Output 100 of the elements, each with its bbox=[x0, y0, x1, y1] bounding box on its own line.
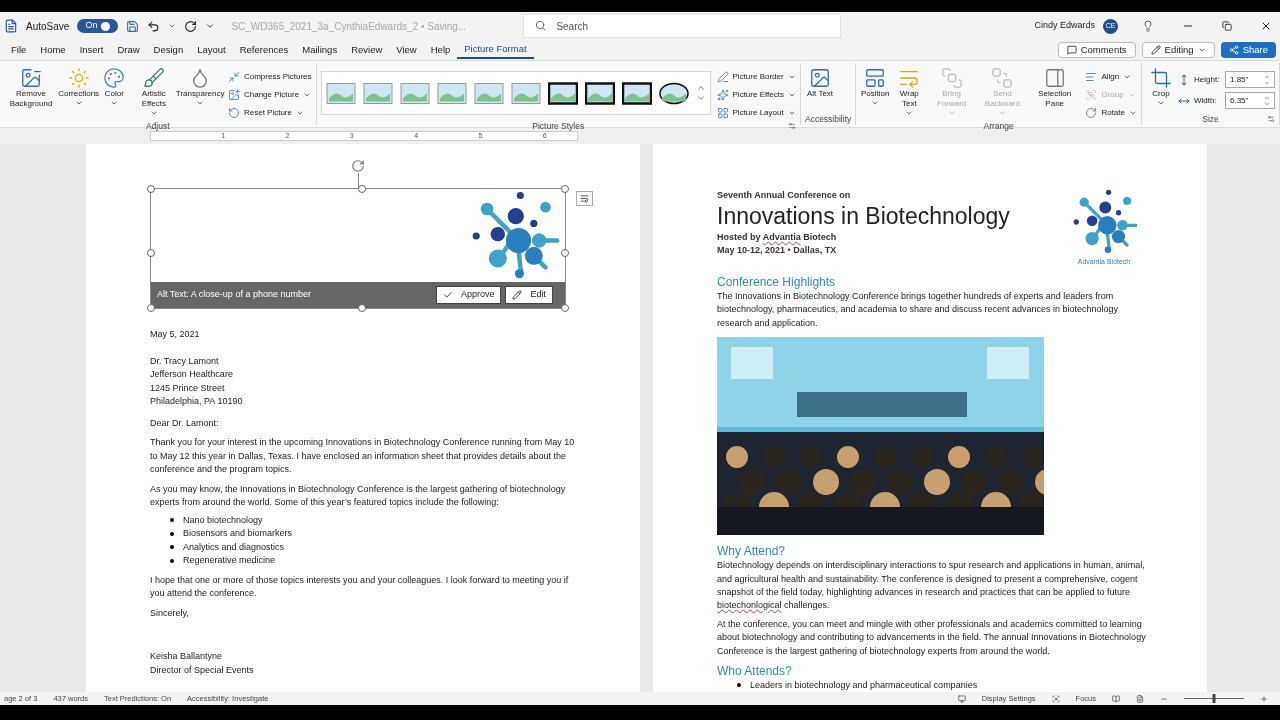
scroll-up-icon[interactable] bbox=[695, 83, 706, 93]
ribbon-icon bbox=[67, 67, 90, 89]
ribbon-button[interactable]: Align bbox=[1085, 69, 1137, 84]
picture-style-icon[interactable] bbox=[547, 81, 578, 105]
rotate-handle-icon[interactable] bbox=[351, 159, 365, 173]
picture-style-icon[interactable] bbox=[621, 81, 652, 105]
menu-tab[interactable]: View bbox=[389, 41, 424, 59]
redo-icon[interactable] bbox=[184, 19, 198, 33]
letter-date: May 5, 2021 bbox=[150, 328, 201, 341]
menu-tab[interactable]: Insert bbox=[72, 41, 111, 59]
resize-handle[interactable] bbox=[561, 185, 569, 193]
field-label: Width: bbox=[1194, 94, 1218, 107]
resize-handle[interactable] bbox=[358, 304, 366, 312]
menu-tab[interactable]: Mailings bbox=[295, 41, 345, 59]
edit-button[interactable]: Edit bbox=[505, 286, 553, 304]
undo-icon[interactable] bbox=[147, 19, 161, 33]
resize-handle[interactable] bbox=[561, 304, 569, 312]
kicker: Seventh Annual Conference on bbox=[717, 189, 852, 202]
ribbon-button[interactable]: Wrap Text bbox=[892, 67, 927, 117]
bullet-text: Analytics and diagnostics bbox=[183, 540, 285, 554]
caret-icon bbox=[196, 99, 205, 107]
search-icon bbox=[535, 20, 547, 31]
share-icon bbox=[1228, 45, 1239, 55]
caret-icon bbox=[74, 99, 83, 107]
section-paragraph: At the conference, you can meet and mingle with other professionals and academics committed to learning about biotechnology and contributing to advancements in the field. The annual Innovations in Biotechnology Conference is the largest gathering of biotechnology experts from around the world. bbox=[717, 618, 1147, 658]
ribbon-button[interactable]: Picture Effects bbox=[716, 87, 796, 102]
picture-style-icon[interactable] bbox=[658, 81, 689, 105]
autosave-toggle[interactable]: On bbox=[77, 19, 119, 33]
menu-tab[interactable]: File bbox=[4, 41, 34, 59]
spin-up-icon[interactable] bbox=[1264, 94, 1270, 101]
autosave-label: AutoSave bbox=[26, 19, 70, 34]
ribbon-icon bbox=[991, 67, 1014, 89]
ribbon-button[interactable]: Selection Pane bbox=[1030, 67, 1080, 109]
ribbon-button[interactable]: Picture Border bbox=[716, 69, 796, 84]
bullet-icon bbox=[170, 545, 174, 550]
ribbon-icon bbox=[227, 88, 240, 101]
menu-tab[interactable]: References bbox=[232, 41, 296, 59]
spin-up-icon[interactable] bbox=[1264, 73, 1270, 80]
close-icon[interactable] bbox=[1260, 20, 1272, 32]
size-field[interactable]: 6.35" bbox=[1225, 92, 1275, 109]
action-button[interactable]: Share bbox=[1220, 42, 1276, 58]
search-field[interactable]: Search bbox=[523, 14, 842, 38]
menu-tab[interactable]: Review bbox=[344, 41, 390, 59]
focus-icon bbox=[1051, 694, 1060, 703]
restore-icon[interactable] bbox=[1222, 21, 1232, 31]
customize-toolbar-icon[interactable] bbox=[205, 21, 216, 31]
dialog-launcher-icon[interactable] bbox=[787, 122, 796, 130]
picture-styles-gallery[interactable] bbox=[320, 71, 711, 115]
dialog-launcher-icon[interactable] bbox=[1267, 115, 1275, 123]
resize-handle[interactable] bbox=[358, 185, 366, 193]
ribbon-button[interactable]: Color bbox=[99, 67, 130, 107]
resize-handle[interactable] bbox=[147, 304, 155, 312]
lightbulb-icon[interactable] bbox=[1142, 20, 1154, 32]
address-line: 1245 Prince Street bbox=[150, 381, 226, 395]
ribbon-button[interactable]: Crop bbox=[1146, 67, 1176, 107]
action-button[interactable]: Editing bbox=[1141, 42, 1215, 58]
ribbon-button[interactable]: Artistic Effects bbox=[131, 67, 177, 117]
caret-icon bbox=[149, 109, 158, 117]
menu-tab[interactable]: Draw bbox=[110, 41, 147, 59]
action-button[interactable]: Comments bbox=[1057, 42, 1136, 58]
ribbon-icon bbox=[1043, 67, 1066, 89]
ribbon-button[interactable]: Rotate bbox=[1085, 105, 1137, 120]
pencil-icon bbox=[1150, 45, 1161, 55]
document-title: SC_WD365_2021_3a_CynthiaEdwards_2 • Saving... bbox=[231, 19, 468, 34]
layout-options-button[interactable] bbox=[576, 191, 593, 206]
ribbon-button[interactable]: Picture Layout bbox=[716, 105, 796, 120]
group-label: Picture Styles bbox=[532, 119, 585, 133]
ribbon-button[interactable]: Position bbox=[860, 67, 891, 107]
bullet-icon bbox=[737, 683, 741, 688]
picture-style-icon[interactable] bbox=[584, 81, 615, 105]
ribbon-button[interactable]: Reset Picture bbox=[227, 105, 312, 120]
print-layout-icon[interactable] bbox=[1136, 694, 1144, 703]
menu-tab[interactable]: Home bbox=[33, 41, 73, 59]
menu-tab[interactable]: Help bbox=[423, 41, 458, 59]
salutation: Dear Dr. Lamont: bbox=[150, 416, 220, 430]
menu-tab[interactable]: Design bbox=[146, 41, 191, 59]
group-label: Accessibility bbox=[804, 112, 852, 126]
check-icon bbox=[442, 290, 453, 300]
spin-down-icon[interactable] bbox=[1264, 79, 1270, 86]
approve-button[interactable]: Approve bbox=[435, 286, 502, 304]
resize-handle[interactable] bbox=[147, 185, 155, 193]
size-field[interactable]: 1.85" bbox=[1225, 71, 1275, 88]
resize-handle[interactable] bbox=[147, 248, 155, 257]
group-label: Size bbox=[1202, 112, 1219, 126]
ribbon-button[interactable]: Alt Text bbox=[804, 67, 836, 99]
ribbon-icon bbox=[940, 67, 963, 89]
menu-tab[interactable]: Layout bbox=[190, 41, 233, 59]
save-icon[interactable] bbox=[126, 19, 140, 33]
zoom-in-icon[interactable] bbox=[1260, 694, 1268, 703]
pencil-icon bbox=[512, 290, 523, 300]
ribbon-button[interactable]: Remove Background bbox=[4, 67, 58, 109]
caret-icon[interactable] bbox=[168, 22, 177, 30]
ribbon-button[interactable]: Compress Pictures bbox=[227, 69, 312, 84]
ribbon-icon bbox=[1085, 88, 1098, 101]
ribbon-button[interactable]: Corrections bbox=[60, 67, 98, 107]
resize-handle[interactable] bbox=[561, 248, 569, 257]
spin-down-icon[interactable] bbox=[1264, 100, 1270, 107]
ribbon-button[interactable]: Change Picture bbox=[227, 87, 312, 102]
read-mode-icon[interactable] bbox=[1112, 694, 1120, 703]
scroll-down-icon[interactable] bbox=[695, 93, 706, 103]
